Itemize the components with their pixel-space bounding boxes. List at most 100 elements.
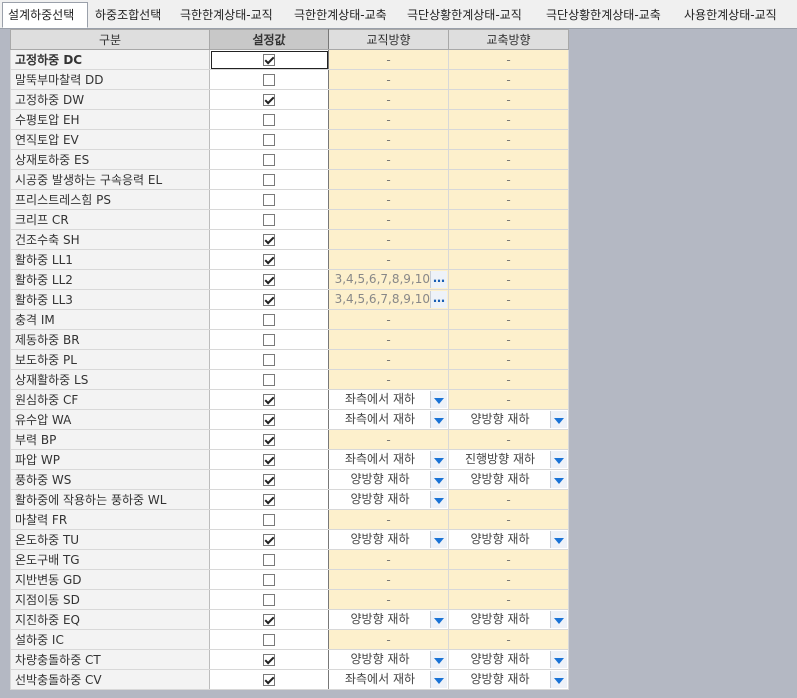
apply-checkbox[interactable] xyxy=(263,494,275,506)
transverse-cell: - xyxy=(328,129,449,150)
apply-checkbox[interactable] xyxy=(263,534,275,546)
ellipsis-button[interactable]: … xyxy=(430,271,447,288)
apply-checkbox[interactable] xyxy=(263,334,275,346)
tab-ultimate-longitudinal[interactable]: 극한한계상태-교축 xyxy=(294,4,387,27)
transverse-cell: 좌측에서 재하 xyxy=(328,449,449,470)
setting-cell xyxy=(209,529,329,550)
apply-checkbox[interactable] xyxy=(263,514,275,526)
table-row: 수평토압 EH - - xyxy=(10,109,569,130)
load-name-cell: 크리프 CR xyxy=(10,209,210,230)
apply-checkbox[interactable] xyxy=(263,414,275,426)
transverse-value[interactable]: 양방향 재하 xyxy=(330,471,432,489)
setting-cell xyxy=(209,169,329,190)
longitudinal-cell: - xyxy=(448,389,569,410)
dropdown-arrow-icon[interactable] xyxy=(550,531,567,548)
tab-extreme-transverse[interactable]: 극단상황한계상태-교직 xyxy=(407,4,522,27)
header-setting: 설정값 xyxy=(209,29,329,50)
transverse-value: - xyxy=(386,552,391,567)
apply-checkbox[interactable] xyxy=(263,554,275,566)
apply-checkbox[interactable] xyxy=(263,194,275,206)
setting-cell xyxy=(209,389,329,410)
transverse-value[interactable]: 좌측에서 재하 xyxy=(330,451,432,469)
apply-checkbox[interactable] xyxy=(263,174,275,186)
dropdown-arrow-icon[interactable] xyxy=(430,611,447,628)
setting-cell xyxy=(209,209,329,230)
apply-checkbox[interactable] xyxy=(263,454,275,466)
dropdown-arrow-icon[interactable] xyxy=(430,531,447,548)
longitudinal-value[interactable]: 양방향 재하 xyxy=(450,671,552,689)
dropdown-arrow-icon[interactable] xyxy=(430,491,447,508)
dropdown-arrow-icon[interactable] xyxy=(550,671,567,688)
apply-checkbox[interactable] xyxy=(263,654,275,666)
apply-checkbox[interactable] xyxy=(263,154,275,166)
transverse-value: - xyxy=(386,352,391,367)
setting-cell xyxy=(209,309,329,330)
dropdown-arrow-icon[interactable] xyxy=(550,451,567,468)
table-row: 건조수축 SH - - xyxy=(10,229,569,250)
apply-checkbox[interactable] xyxy=(263,274,275,286)
apply-checkbox[interactable] xyxy=(263,294,275,306)
apply-checkbox[interactable] xyxy=(263,674,275,686)
apply-checkbox[interactable] xyxy=(263,74,275,86)
table-row: 지점이동 SD - - xyxy=(10,589,569,610)
apply-checkbox[interactable] xyxy=(263,134,275,146)
transverse-value[interactable]: 좌측에서 재하 xyxy=(330,411,432,429)
table-row: 크리프 CR - - xyxy=(10,209,569,230)
apply-checkbox[interactable] xyxy=(263,54,275,66)
tab-load-combination[interactable]: 하중조합선택 xyxy=(95,4,161,27)
ellipsis-button[interactable]: … xyxy=(430,291,447,308)
longitudinal-value[interactable]: 양방향 재하 xyxy=(450,531,552,549)
setting-cell xyxy=(209,589,329,610)
tab-design-load[interactable]: 설계하중선택 xyxy=(2,2,88,28)
apply-checkbox[interactable] xyxy=(263,594,275,606)
transverse-value[interactable]: 좌측에서 재하 xyxy=(330,391,432,409)
apply-checkbox[interactable] xyxy=(263,434,275,446)
dropdown-arrow-icon[interactable] xyxy=(550,471,567,488)
longitudinal-value[interactable]: 양방향 재하 xyxy=(450,411,552,429)
dropdown-arrow-icon[interactable] xyxy=(550,411,567,428)
apply-checkbox[interactable] xyxy=(263,234,275,246)
apply-checkbox[interactable] xyxy=(263,114,275,126)
tab-extreme-longitudinal[interactable]: 극단상황한계상태-교축 xyxy=(546,4,661,27)
apply-checkbox[interactable] xyxy=(263,614,275,626)
tab-service-transverse[interactable]: 사용한계상태-교직 xyxy=(684,4,777,27)
apply-checkbox[interactable] xyxy=(263,634,275,646)
longitudinal-value[interactable]: 진행방향 재하 xyxy=(450,451,552,469)
dropdown-arrow-icon[interactable] xyxy=(430,671,447,688)
transverse-cell: 좌측에서 재하 xyxy=(328,669,449,690)
longitudinal-value: - xyxy=(506,92,511,107)
transverse-cell: 좌측에서 재하 xyxy=(328,389,449,410)
load-name-cell: 지진하중 EQ xyxy=(10,609,210,630)
transverse-value[interactable]: 좌측에서 재하 xyxy=(330,671,432,689)
apply-checkbox[interactable] xyxy=(263,574,275,586)
apply-checkbox[interactable] xyxy=(263,314,275,326)
transverse-value[interactable]: 양방향 재하 xyxy=(330,651,432,669)
dropdown-arrow-icon[interactable] xyxy=(430,391,447,408)
longitudinal-value[interactable]: 양방향 재하 xyxy=(450,471,552,489)
apply-checkbox[interactable] xyxy=(263,94,275,106)
transverse-value[interactable]: 양방향 재하 xyxy=(330,491,432,509)
longitudinal-cell: 양방향 재하 xyxy=(448,669,569,690)
transverse-cell: - xyxy=(328,69,449,90)
table-row: 마찰력 FR - - xyxy=(10,509,569,530)
longitudinal-value[interactable]: 양방향 재하 xyxy=(450,651,552,669)
apply-checkbox[interactable] xyxy=(263,214,275,226)
tab-ultimate-transverse[interactable]: 극한한계상태-교직 xyxy=(180,4,273,27)
longitudinal-cell: - xyxy=(448,169,569,190)
apply-checkbox[interactable] xyxy=(263,354,275,366)
load-name-cell: 상재토하중 ES xyxy=(10,149,210,170)
longitudinal-value: - xyxy=(506,512,511,527)
dropdown-arrow-icon[interactable] xyxy=(430,651,447,668)
apply-checkbox[interactable] xyxy=(263,394,275,406)
dropdown-arrow-icon[interactable] xyxy=(430,411,447,428)
dropdown-arrow-icon[interactable] xyxy=(550,651,567,668)
transverse-value[interactable]: 양방향 재하 xyxy=(330,611,432,629)
dropdown-arrow-icon[interactable] xyxy=(550,611,567,628)
longitudinal-value[interactable]: 양방향 재하 xyxy=(450,611,552,629)
dropdown-arrow-icon[interactable] xyxy=(430,471,447,488)
dropdown-arrow-icon[interactable] xyxy=(430,451,447,468)
apply-checkbox[interactable] xyxy=(263,374,275,386)
apply-checkbox[interactable] xyxy=(263,254,275,266)
apply-checkbox[interactable] xyxy=(263,474,275,486)
transverse-value[interactable]: 양방향 재하 xyxy=(330,531,432,549)
